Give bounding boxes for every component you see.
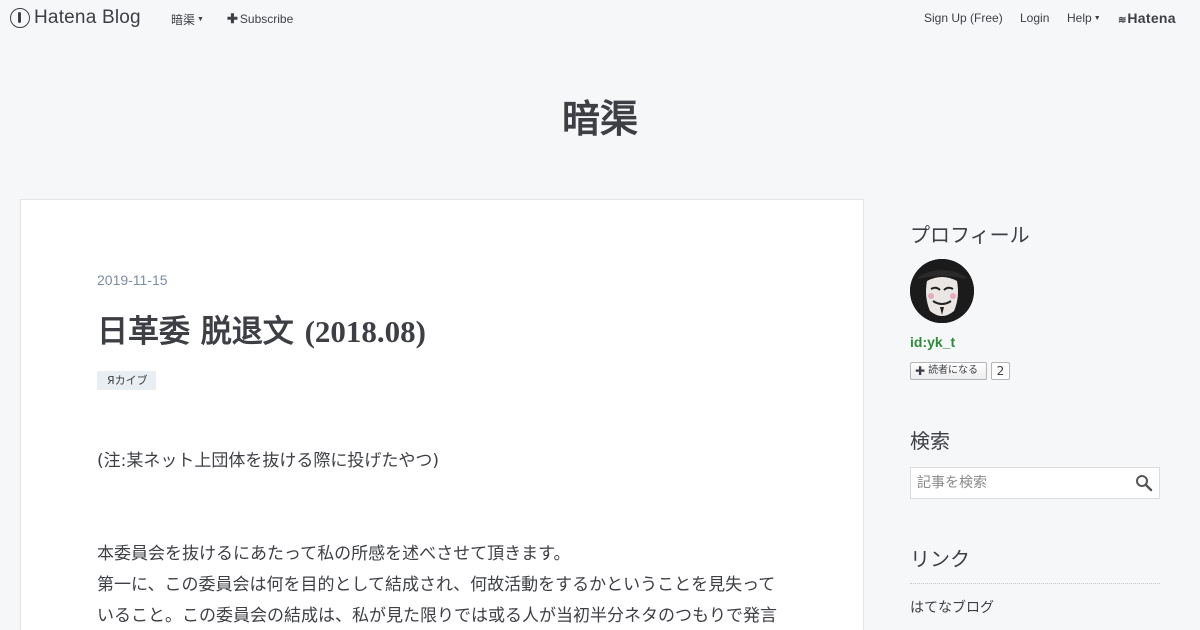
avatar[interactable] (910, 259, 974, 323)
blog-title[interactable]: 暗渠 (0, 88, 1200, 143)
entry-paragraph: いること。この委員会の結成は、私が見た限りでは或る人が当初半分ネタのつもりで発言 (97, 606, 777, 626)
subscribe-link[interactable]: ✚ Subscribe (227, 11, 293, 27)
signup-link[interactable]: Sign Up (Free) (924, 11, 1003, 25)
login-label: Login (1020, 11, 1050, 25)
search-icon[interactable] (1135, 474, 1153, 492)
entry-body: (注:某ネット上団体を抜ける際に投げたやつ) 本委員会を抜けるにあたって私の所感… (97, 446, 797, 630)
entry-date[interactable]: 2019-11-15 (97, 272, 168, 288)
hatena-pen-icon (10, 8, 30, 28)
logo-text: Hatena Blog (34, 7, 141, 28)
search-input[interactable] (911, 468, 1131, 498)
search-title: 検索 (910, 429, 950, 453)
caret-down-icon: ▼ (1093, 14, 1101, 22)
subscriber-count: 2 (991, 362, 1010, 380)
entry-title-date: (2018.08) (304, 314, 426, 349)
entry-title-ja: 日革委 脱退文 (97, 314, 305, 350)
blog-menu[interactable]: 暗渠 ▼ (171, 11, 204, 28)
hatena-label: Hatena (1127, 10, 1176, 26)
profile-id[interactable]: id:yk_t (910, 334, 955, 350)
hatena-wings-icon: ≋ (1118, 15, 1126, 26)
search-box (910, 467, 1160, 499)
profile-title: プロフィール (910, 223, 1030, 247)
blog-menu-label: 暗渠 (171, 13, 196, 27)
hatena-blog-logo[interactable]: Hatena Blog (10, 7, 141, 29)
entry-paragraph: (注:某ネット上団体を抜ける際に投げたやつ) (97, 451, 439, 471)
hatena-logo: ≋ Hatena (1118, 10, 1176, 26)
entry-paragraph: 第一に、この委員会は何を目的として結成され、何故活動をするかということを見失って (97, 575, 776, 595)
subscribe-button-label: 読者になる (928, 365, 979, 376)
help-menu[interactable]: Help ▼ (1067, 11, 1101, 25)
plus-icon: ✚ (915, 364, 926, 378)
divider (910, 583, 1160, 584)
entry-title[interactable]: 日革委 脱退文 (2018.08) (97, 306, 426, 351)
guy-fawkes-mask-icon (910, 259, 974, 323)
login-link[interactable]: Login (1020, 11, 1049, 25)
signup-label: Sign Up (Free) (924, 11, 1003, 25)
plus-icon: ✚ (227, 11, 238, 26)
links-title: リンク (910, 547, 970, 571)
subscribe-label: Subscribe (239, 12, 294, 26)
global-header: Hatena Blog 暗渠 ▼ ✚ Subscribe Sign Up (Fr… (0, 0, 1200, 36)
hatena-link[interactable]: ≋ Hatena (1118, 10, 1176, 26)
category-badge[interactable]: Яカイブ (97, 371, 156, 390)
subscribe-button[interactable]: ✚ 読者になる (910, 362, 987, 380)
caret-down-icon: ▼ (197, 16, 204, 23)
help-label: Help (1067, 11, 1092, 25)
entry-paragraph: 本委員会を抜けるにあたって私の所感を述べさせて頂きます。 (97, 544, 571, 564)
entry-card: 2019-11-15 日革委 脱退文 (2018.08) Яカイブ (注:某ネッ… (20, 199, 864, 630)
link-hatena-blog[interactable]: はてなブログ (910, 597, 994, 617)
